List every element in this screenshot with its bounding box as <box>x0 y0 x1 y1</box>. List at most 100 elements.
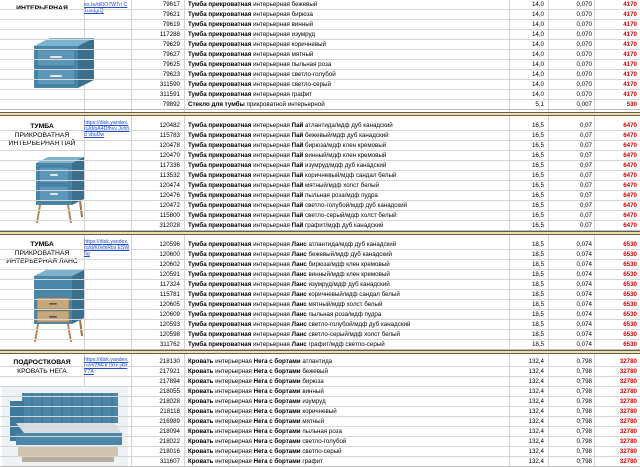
product-model: Пай <box>291 222 304 229</box>
product-type: Тумба прикроватная <box>188 261 252 268</box>
weight-cell: 16,5 <box>531 122 544 129</box>
product-name-cell: Тумба прикроватная интерьерная Пай бежев… <box>188 131 506 140</box>
product-desc: интерьерная <box>251 132 292 139</box>
table-row: 218094 Кровать интерьерная Нега с бортами… <box>0 427 640 437</box>
article-cell: 120478 <box>159 142 180 149</box>
product-type: Тумба прикроватная <box>188 241 252 248</box>
product-type: Кровать <box>188 458 214 465</box>
product-type: Тумба прикроватная <box>188 51 252 58</box>
price-cell: 6470 <box>623 212 637 219</box>
weight-cell: 14,0 <box>531 1 544 8</box>
price-cell: 4170 <box>623 61 637 68</box>
price-cell: 32780 <box>619 438 637 445</box>
table-row: 79627 Тумба прикроватная интерьерная мятн… <box>0 50 640 60</box>
weight-cell: 14,0 <box>531 51 544 58</box>
table-row: 79617 Тумба прикроватная интерьерная беже… <box>0 0 640 10</box>
weight-cell: 14,0 <box>531 81 544 88</box>
product-color: пыльная роза/мдф пудра <box>303 192 378 199</box>
product-desc: интерьерная <box>251 172 292 179</box>
volume-cell: 0,07 <box>579 212 592 219</box>
table-row: 120596 Тумба прикроватная интерьерная Лан… <box>0 240 640 250</box>
article-cell: 120482 <box>159 122 180 129</box>
product-desc: интерьерная <box>251 222 292 229</box>
article-cell: 216989 <box>159 418 180 425</box>
product-desc: интерьерная <box>213 408 254 415</box>
table-row: 120472 Тумба прикроватная интерьерная Пай… <box>0 201 640 211</box>
product-type: Тумба прикроватная <box>188 172 252 179</box>
weight-cell: 18,5 <box>531 341 544 348</box>
volume-cell: 0,798 <box>576 428 592 435</box>
weight-cell: 14,0 <box>531 71 544 78</box>
section-bed-nega: ПОДРОСТКОВАЯ КРОВАТЬ НЕГА https://disk.y… <box>0 355 640 467</box>
product-desc: интерьерная <box>213 398 254 405</box>
volume-cell: 0,074 <box>576 261 592 268</box>
product-name-cell: Тумба прикроватная интерьерная светло-го… <box>188 70 506 79</box>
product-color: винный <box>300 388 324 395</box>
weight-cell: 14,0 <box>531 61 544 68</box>
product-type: Тумба прикроватная <box>188 61 252 68</box>
price-cell: 4170 <box>623 51 637 58</box>
product-type: Тумба прикроватная <box>188 251 252 258</box>
weight-cell: 14,0 <box>531 21 544 28</box>
product-desc: интерьерная светло-голубой <box>251 71 336 78</box>
product-color: атлантида/мдф дуб канадский <box>306 241 397 248</box>
product-type: Тумба прикроватная <box>188 41 252 48</box>
product-type: Тумба прикроватная <box>188 11 252 18</box>
article-cell: 218055 <box>159 388 180 395</box>
volume-cell: 0,070 <box>576 61 592 68</box>
table-row: 115783 Тумба прикроватная интерьерная Пай… <box>0 131 640 141</box>
article-cell: 117324 <box>159 281 180 288</box>
article-cell: 79625 <box>162 61 180 68</box>
table-row: 120602 Тумба прикроватная интерьерная Лан… <box>0 260 640 270</box>
product-name-cell: Тумба прикроватная интерьерная коричневы… <box>188 40 506 49</box>
product-type: Тумба прикроватная <box>188 122 252 129</box>
product-type: Кровать <box>188 368 214 375</box>
product-desc: интерьерная мятный <box>251 51 314 58</box>
article-cell: 311607 <box>159 458 180 465</box>
weight-cell: 16,5 <box>531 172 544 179</box>
product-desc: интерьерная <box>251 341 292 348</box>
price-cell: 32780 <box>619 368 637 375</box>
price-cell: 32780 <box>619 428 637 435</box>
article-cell: 120591 <box>159 271 180 278</box>
price-cell: 4170 <box>623 1 637 8</box>
product-desc: прикроватной интерьерной <box>244 101 325 108</box>
product-color: коричневый/мдф сандал белый <box>306 291 400 298</box>
price-cell: 32780 <box>619 358 637 365</box>
product-color: бирюза/мдф клен кремовый <box>306 261 390 268</box>
product-color: графит <box>300 458 323 465</box>
product-color: бежевый <box>300 368 328 375</box>
volume-cell: 0,07 <box>579 192 592 199</box>
volume-cell: 0,798 <box>576 418 592 425</box>
product-model: Пай <box>291 122 304 129</box>
price-cell: 6530 <box>623 271 637 278</box>
product-desc: интерьерная изумруд <box>251 31 315 38</box>
product-desc: интерьерная <box>251 301 292 308</box>
price-cell: 32780 <box>619 458 637 465</box>
product-type: Кровать <box>188 388 214 395</box>
price-cell: 6470 <box>623 132 637 139</box>
price-cell: 6470 <box>623 182 637 189</box>
product-name-cell: Кровать интерьерная Нега с бортами атлан… <box>188 357 506 366</box>
volume-cell: 0,07 <box>579 182 592 189</box>
article-cell: 120474 <box>159 182 180 189</box>
product-model: Нега с бортами <box>253 388 301 395</box>
volume-cell: 0,074 <box>576 271 592 278</box>
article-cell: 120609 <box>159 311 180 318</box>
volume-cell: 0,074 <box>576 251 592 258</box>
product-type: Тумба прикроватная <box>188 341 252 348</box>
product-color: винный/мдф клен кремовый <box>306 271 390 278</box>
product-name-cell: Тумба прикроватная интерьерная бежевый <box>188 0 506 9</box>
product-desc: интерьерная <box>251 251 292 258</box>
product-model: Пай <box>291 132 304 139</box>
product-name-cell: Тумба прикроватная интерьерная Ланс беже… <box>188 250 506 259</box>
article-cell: 79627 <box>162 51 180 58</box>
product-name-cell: Кровать интерьерная Нега с бортами бежев… <box>188 367 506 376</box>
section-tumba-interior: ИНТЕРЬЕРНАЯ ex.ru/d/0O7WTn C1uvdgtQ 7961… <box>0 0 640 112</box>
article-cell: 218118 <box>159 408 180 415</box>
price-cell: 4170 <box>623 91 637 98</box>
weight-cell: 18,5 <box>531 281 544 288</box>
weight-cell: 18,5 <box>531 321 544 328</box>
product-desc: интерьерная <box>251 321 292 328</box>
volume-cell: 0,798 <box>576 358 592 365</box>
